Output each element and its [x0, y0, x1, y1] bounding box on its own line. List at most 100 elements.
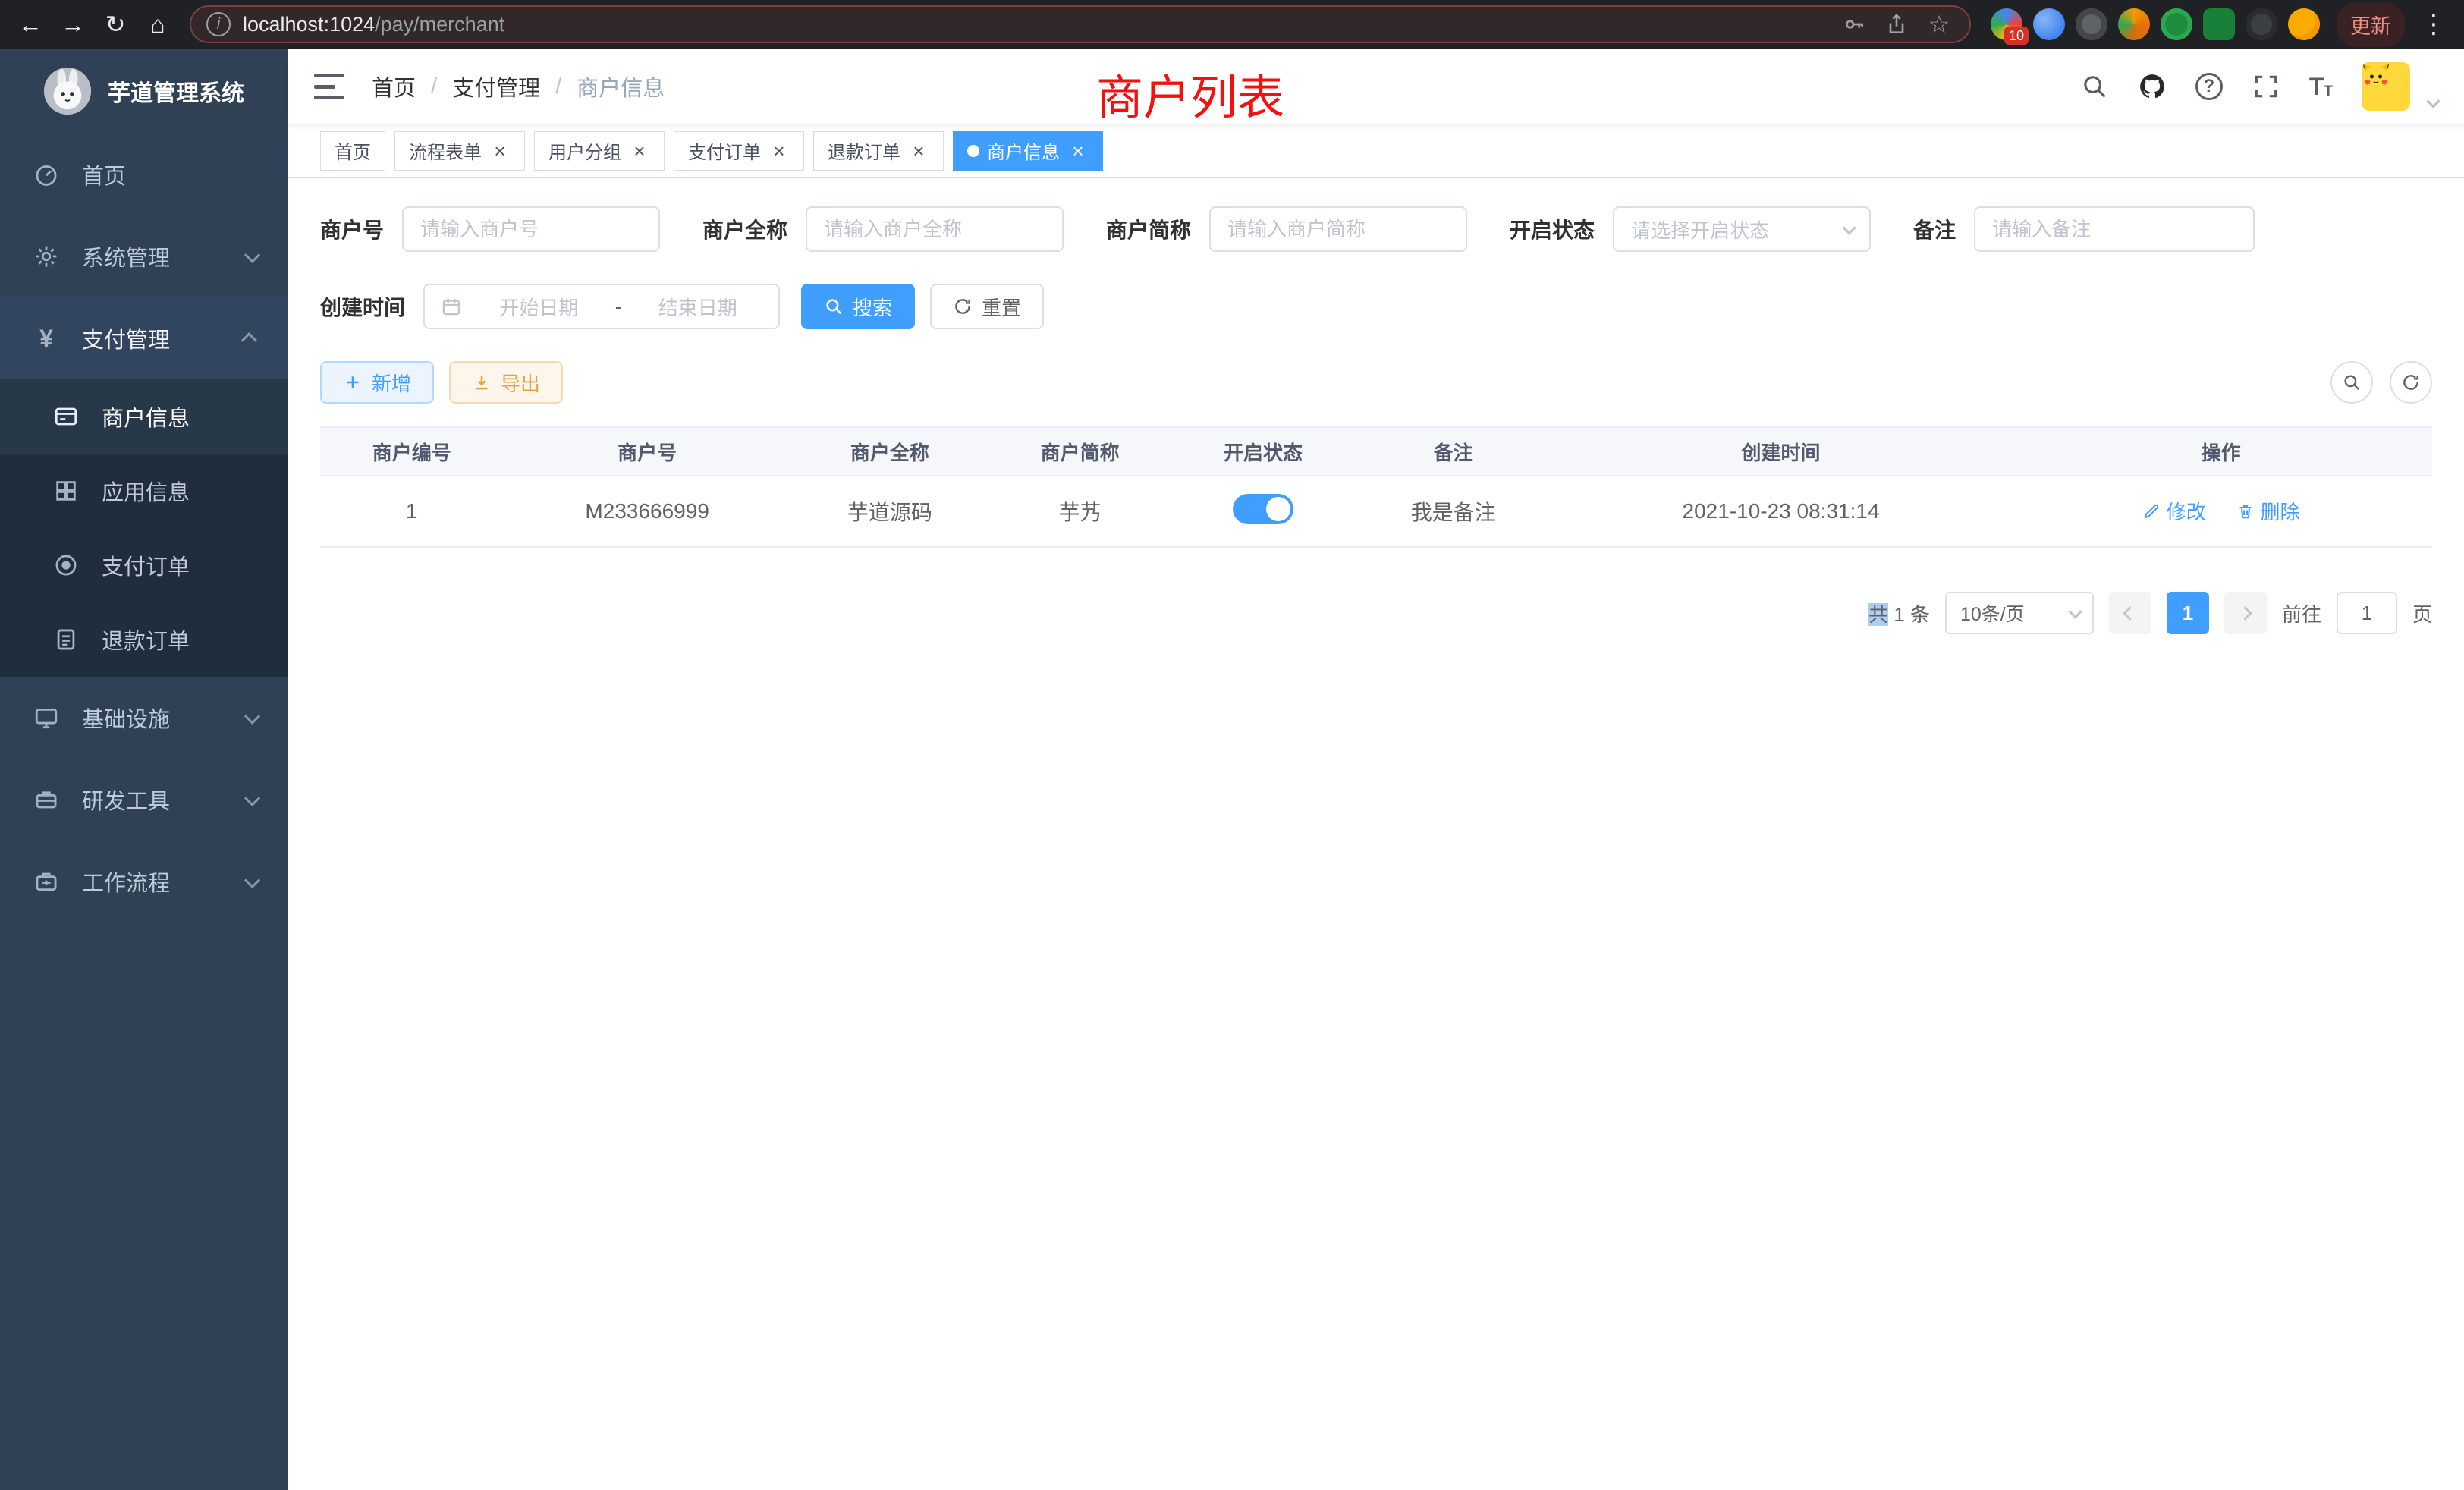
browser-home-icon[interactable]: ⌂: [138, 5, 178, 44]
reset-button[interactable]: 重置: [930, 284, 1044, 329]
sidebar-toggle-icon[interactable]: [314, 74, 344, 99]
add-button[interactable]: 新增: [320, 361, 434, 404]
status-select[interactable]: 请选择开启状态: [1613, 206, 1871, 252]
tab-refund-orders[interactable]: 退款订单×: [813, 131, 944, 171]
bookmark-star-icon[interactable]: ☆: [1924, 9, 1954, 39]
filter-row-1: 商户号 商户全称 商户简称 开启状态 请选择开启状态: [320, 206, 2432, 252]
navbar-actions: ? TT: [2080, 62, 2438, 111]
sidebar-item-payment-orders[interactable]: 支付订单: [0, 528, 288, 602]
refresh-icon: [2401, 372, 2421, 392]
app-logo[interactable]: 芋道管理系统: [0, 49, 288, 134]
github-icon[interactable]: [2138, 72, 2167, 101]
extension-icon-6[interactable]: [2203, 8, 2235, 40]
tab-merchant-info[interactable]: 商户信息×: [953, 131, 1103, 171]
site-info-icon[interactable]: i: [206, 12, 231, 36]
sidebar-item-system[interactable]: 系统管理: [0, 215, 288, 297]
user-avatar[interactable]: [2362, 62, 2410, 111]
app-window: 芋道管理系统 首页 系统管理 ¥ 支付管理: [0, 49, 2464, 1490]
date-separator: -: [615, 295, 622, 319]
col-merchant-id: 商户编号: [320, 427, 503, 476]
extension-icon-5[interactable]: [2161, 8, 2192, 40]
sidebar-item-app-info[interactable]: 应用信息: [0, 454, 288, 528]
browser-forward-icon[interactable]: →: [53, 5, 93, 44]
col-short-name: 商户简称: [988, 427, 1171, 476]
status-toggle[interactable]: [1233, 494, 1293, 524]
browser-update-button[interactable]: 更新: [2337, 2, 2405, 47]
col-merchant-no: 商户号: [503, 427, 790, 476]
sidebar-item-home[interactable]: 首页: [0, 134, 288, 215]
goto-page-input[interactable]: [2337, 592, 2397, 634]
help-icon[interactable]: ?: [2195, 73, 2223, 100]
extension-icon-4[interactable]: [2118, 8, 2150, 40]
page-number-button[interactable]: 1: [2167, 592, 2209, 634]
app-logo-avatar: [44, 68, 91, 115]
tab-payment-orders[interactable]: 支付订单×: [674, 131, 804, 171]
url-text: localhost:1024/pay/merchant: [243, 13, 1827, 36]
merchant-no-label: 商户号: [320, 214, 384, 244]
browser-back-icon[interactable]: ←: [11, 5, 50, 44]
remark-input[interactable]: [1974, 206, 2255, 252]
merchant-no-input[interactable]: [402, 206, 660, 252]
breadcrumb-item[interactable]: 首页: [372, 71, 416, 102]
extension-icon-2[interactable]: [2033, 8, 2065, 40]
next-page-button[interactable]: [2224, 592, 2267, 634]
sidebar-item-merchant-info[interactable]: 商户信息: [0, 379, 288, 454]
close-icon[interactable]: ×: [489, 140, 511, 162]
table-header-row: 商户编号 商户号 商户全称 商户简称 开启状态 备注 创建时间 操作: [320, 427, 2432, 476]
sidebar-item-dev-tools[interactable]: 研发工具: [0, 759, 288, 841]
briefcase-icon: [32, 869, 61, 894]
page-size-select[interactable]: 10条/页: [1945, 592, 2094, 634]
sidebar-item-label: 研发工具: [82, 784, 170, 816]
breadcrumb-item-current: 商户信息: [577, 71, 665, 102]
extension-icon-3[interactable]: [2076, 8, 2107, 40]
fullscreen-icon[interactable]: [2252, 72, 2280, 101]
sidebar-item-payment[interactable]: ¥ 支付管理: [0, 297, 288, 379]
table-toolbar: 新增 导出: [320, 361, 2432, 404]
extension-icon-8[interactable]: [2288, 8, 2320, 40]
browser-menu-icon[interactable]: ⋮: [2414, 5, 2453, 44]
delete-link[interactable]: 删除: [2236, 497, 2300, 525]
toggle-search-button[interactable]: [2330, 361, 2373, 404]
toolbox-icon: [32, 787, 61, 813]
create-time-range-picker[interactable]: 开始日期 - 结束日期: [423, 284, 780, 329]
full-name-input[interactable]: [806, 206, 1064, 252]
tab-process-form[interactable]: 流程表单×: [394, 131, 525, 171]
sidebar-menu: 首页 系统管理 ¥ 支付管理 商户信息: [0, 134, 288, 923]
tab-home[interactable]: 首页: [320, 131, 385, 171]
card-icon: [52, 404, 80, 429]
edit-link[interactable]: 修改: [2142, 497, 2206, 525]
browser-refresh-icon[interactable]: ↻: [96, 5, 135, 44]
search-icon[interactable]: [2080, 72, 2109, 101]
sidebar-item-label: 首页: [82, 159, 126, 190]
share-icon[interactable]: [1881, 9, 1912, 39]
extension-icon-1[interactable]: 10: [1991, 8, 2022, 40]
close-icon[interactable]: ×: [1067, 140, 1089, 162]
extension-icon-7[interactable]: [2246, 8, 2277, 40]
password-key-icon[interactable]: [1839, 9, 1869, 39]
short-name-input[interactable]: [1209, 206, 1467, 252]
export-button[interactable]: 导出: [449, 361, 563, 404]
refresh-table-button[interactable]: [2390, 361, 2432, 404]
col-full-name: 商户全称: [791, 427, 988, 476]
sidebar-item-workflow[interactable]: 工作流程: [0, 841, 288, 923]
font-size-icon[interactable]: TT: [2309, 74, 2333, 99]
chevron-down-icon: [1842, 221, 1856, 234]
cell-remark: 我是备注: [1355, 476, 1552, 547]
close-icon[interactable]: ×: [629, 140, 650, 162]
close-icon[interactable]: ×: [908, 140, 929, 162]
close-icon[interactable]: ×: [768, 140, 790, 162]
cell-merchant-no: M233666999: [503, 476, 790, 547]
sidebar-item-refund-orders[interactable]: 退款订单: [0, 602, 288, 677]
prev-page-button[interactable]: [2109, 592, 2151, 634]
sidebar-item-infrastructure[interactable]: 基础设施: [0, 677, 288, 759]
address-bar[interactable]: i localhost:1024/pay/merchant ☆: [190, 5, 1971, 43]
tab-user-group[interactable]: 用户分组×: [534, 131, 665, 171]
search-button[interactable]: 搜索: [801, 284, 915, 329]
chevron-down-icon[interactable]: [2426, 94, 2440, 108]
breadcrumb-item[interactable]: 支付管理: [452, 71, 540, 102]
breadcrumb: 首页 / 支付管理 / 商户信息: [372, 71, 665, 102]
breadcrumb-separator: /: [431, 74, 437, 99]
sidebar-item-label: 系统管理: [82, 240, 170, 272]
sidebar-item-label: 应用信息: [102, 475, 190, 507]
sidebar-item-label: 商户信息: [102, 401, 190, 432]
